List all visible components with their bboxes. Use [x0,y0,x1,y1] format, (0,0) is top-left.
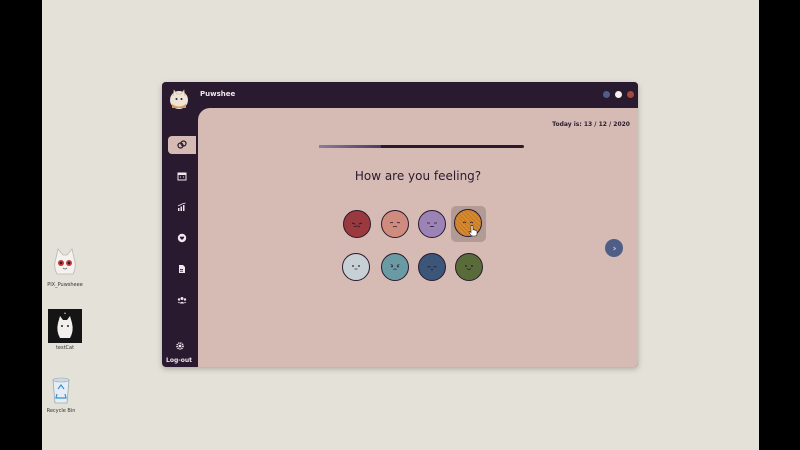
settings-button[interactable] [170,340,190,352]
desktop-icon-label: Recycle Bin [46,408,76,414]
mood-angry-button[interactable] [343,210,371,238]
mood-icon [177,140,187,149]
mood-tired-button[interactable] [418,253,446,281]
journal-icon [179,265,185,273]
desktop-icon-label: PIX_Puwsheee [47,282,83,288]
sidebar-item-stats[interactable] [168,198,196,216]
progress-bar-fill [319,145,381,148]
recycle-bin-icon [44,372,78,406]
mood-meh-button[interactable] [342,253,370,281]
sidebar-item-heart[interactable] [168,229,196,247]
logout-button[interactable]: Log-out [166,357,192,364]
sad-face-icon [389,222,401,228]
sidebar: Log-out [162,108,198,367]
progress-bar [319,145,524,148]
mood-sad-button[interactable] [381,210,409,238]
sidebar-item-journal[interactable] [168,260,196,278]
gear-icon [176,342,184,350]
close-button[interactable] [627,91,634,98]
next-button[interactable] [605,239,623,257]
date-label: Today is: 13 / 12 / 2020 [552,121,630,128]
sidebar-item-community[interactable] [168,291,196,309]
minimize-button[interactable] [603,91,610,98]
arrow-right-icon [612,246,616,250]
sidebar-item-calendar[interactable] [168,167,196,185]
cat-photo-icon [48,309,82,343]
maximize-button[interactable] [615,91,622,98]
angry-face-icon [351,222,363,228]
excited-face-icon [462,221,474,224]
community-icon [177,297,187,304]
content-face-icon [465,265,473,270]
app-title: Puwshee [200,90,236,98]
worried-face-icon [390,264,400,270]
mood-excited-button[interactable] [454,209,482,237]
calendar-icon [177,172,187,181]
desktop-icon-testcat[interactable]: testCat [40,309,90,351]
mood-content-button[interactable] [455,253,483,281]
sidebar-item-mood[interactable] [168,136,196,154]
desktop-icon-recycle-bin[interactable]: Recycle Bin [36,372,86,414]
heart-icon [177,233,187,243]
tired-face-icon [427,266,437,271]
mood-calm-button[interactable] [418,210,446,238]
desktop-icon-pix-puwsheee[interactable]: PIX_Puwsheee [40,246,90,288]
stats-icon [177,202,186,211]
mood-worried-button[interactable] [381,253,409,281]
calm-face-icon [427,222,437,227]
meh-face-icon [352,265,360,270]
title-bar[interactable]: Puwshee [162,82,638,110]
main-panel: Today is: 13 / 12 / 2020 How are you fee… [198,108,638,367]
question-heading: How are you feeling? [354,169,482,183]
desktop-icon-label: testCat [55,345,75,351]
puwshee-logo-icon [168,88,190,110]
cat-icon [48,246,82,280]
